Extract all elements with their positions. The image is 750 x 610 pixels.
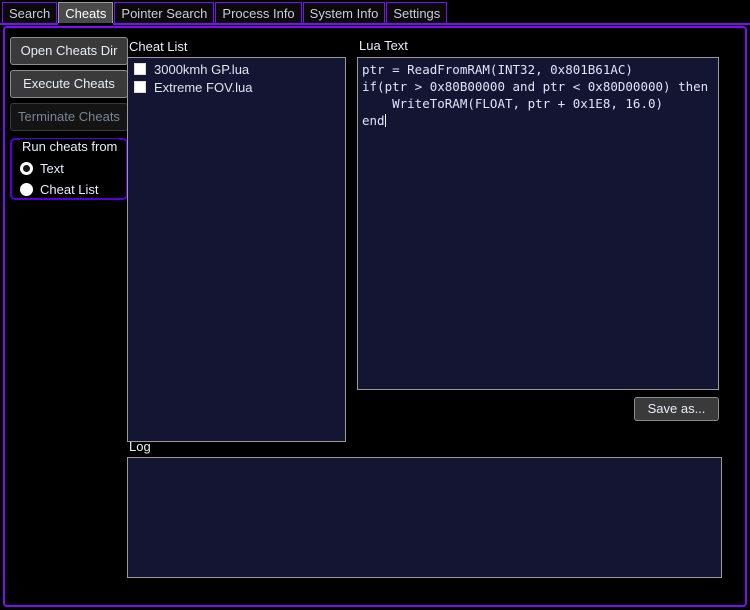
lua-code-content[interactable]: ptr = ReadFromRAM(INT32, 0x801B61AC) if(… bbox=[362, 61, 716, 129]
list-item[interactable]: Extreme FOV.lua bbox=[128, 78, 345, 96]
run-cheats-from-groupbox: Run cheats from Text Cheat List bbox=[10, 138, 128, 200]
lua-text-label: Lua Text bbox=[359, 38, 408, 53]
radio-run-from-cheat-list-label: Cheat List bbox=[40, 181, 99, 197]
tab-system-info[interactable]: System Info bbox=[302, 2, 386, 23]
tab-search[interactable]: Search bbox=[2, 2, 58, 23]
execute-cheats-button[interactable]: Execute Cheats bbox=[10, 70, 128, 98]
run-cheats-from-title: Run cheats from bbox=[20, 139, 120, 154]
radio-unselected-icon bbox=[20, 182, 33, 196]
cheat-file-name: Extreme FOV.lua bbox=[154, 79, 253, 95]
cheat-file-name: 3000kmh GP.lua bbox=[154, 61, 250, 77]
radio-run-from-cheat-list[interactable]: Cheat List bbox=[20, 181, 99, 197]
save-as-button[interactable]: Save as... bbox=[634, 397, 719, 421]
tab-underline-active-gap bbox=[58, 23, 114, 25]
log-label: Log bbox=[129, 439, 151, 454]
tab-settings[interactable]: Settings bbox=[386, 2, 448, 23]
tab-process-info[interactable]: Process Info bbox=[215, 2, 302, 23]
cheat-list-items: 3000kmh GP.lua Extreme FOV.lua bbox=[128, 60, 345, 96]
cheat-list-label: Cheat List bbox=[129, 39, 188, 54]
checkbox-unchecked-icon[interactable] bbox=[134, 81, 146, 93]
text-caret bbox=[384, 114, 386, 127]
tab-strip: Search Cheats Pointer Search Process Inf… bbox=[2, 2, 448, 24]
cheat-list-box[interactable]: 3000kmh GP.lua Extreme FOV.lua bbox=[127, 57, 346, 442]
radio-run-from-text[interactable]: Text bbox=[20, 160, 64, 176]
log-output-box[interactable] bbox=[127, 457, 722, 578]
cheats-panel: Open Cheats Dir Execute Cheats Terminate… bbox=[3, 26, 747, 607]
checkbox-unchecked-icon[interactable] bbox=[134, 63, 146, 75]
terminate-cheats-button[interactable]: Terminate Cheats bbox=[10, 103, 128, 131]
tab-bar: Search Cheats Pointer Search Process Inf… bbox=[0, 0, 750, 26]
tab-pointer-search[interactable]: Pointer Search bbox=[114, 2, 215, 23]
tab-cheats[interactable]: Cheats bbox=[58, 2, 114, 23]
lua-text-editor[interactable]: ptr = ReadFromRAM(INT32, 0x801B61AC) if(… bbox=[357, 57, 719, 390]
radio-selected-icon bbox=[20, 161, 33, 175]
list-item[interactable]: 3000kmh GP.lua bbox=[128, 60, 345, 78]
open-cheats-dir-button[interactable]: Open Cheats Dir bbox=[10, 37, 128, 65]
radio-run-from-text-label: Text bbox=[40, 160, 64, 176]
